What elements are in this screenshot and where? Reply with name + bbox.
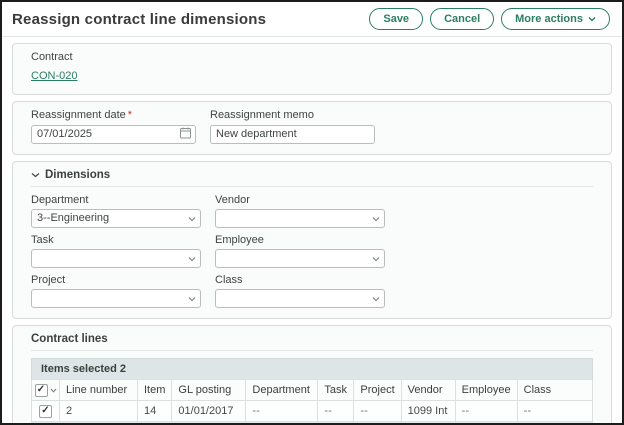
save-button[interactable]: Save <box>369 8 423 30</box>
contract-lines-table: ✓ Line number Item GL posting Department… <box>31 379 593 425</box>
reassignment-memo-field-group: Reassignment memo <box>210 109 375 144</box>
required-asterisk: * <box>128 109 132 121</box>
project-field-group: Project <box>31 274 201 308</box>
cell-gl-posting: 01/01/2017 <box>172 400 246 421</box>
dimensions-section-title: Dimensions <box>45 169 110 181</box>
more-actions-button[interactable]: More actions <box>501 8 610 30</box>
reassignment-date-label: Reassignment date* <box>31 109 196 121</box>
select-all-checkbox[interactable]: ✓ <box>35 384 48 397</box>
chevron-down-icon <box>188 256 196 262</box>
table-header-row: ✓ Line number Item GL posting Department… <box>32 379 593 400</box>
cell-vendor: 1099 Int <box>401 400 455 421</box>
task-select[interactable] <box>31 249 201 268</box>
vendor-select[interactable] <box>215 209 385 228</box>
column-header-line-number[interactable]: Line number <box>60 379 138 400</box>
save-button-label: Save <box>383 12 409 26</box>
contract-lines-card: Contract lines Items selected 2 ✓ Line n <box>12 325 612 425</box>
cell-employee: -- <box>455 400 517 421</box>
task-field-group: Task <box>31 234 201 268</box>
column-header-project[interactable]: Project <box>354 379 401 400</box>
cell-project: -- <box>354 400 401 421</box>
column-header-task[interactable]: Task <box>318 379 354 400</box>
chevron-down-icon <box>372 256 380 262</box>
employee-label: Employee <box>215 234 385 246</box>
column-header-gl-posting[interactable]: GL posting <box>172 379 246 400</box>
page-header: Reassign contract line dimensions Save C… <box>2 2 622 37</box>
cell-line-number: 3 <box>60 421 138 425</box>
page-title: Reassign contract line dimensions <box>12 11 266 28</box>
column-header-vendor[interactable]: Vendor <box>401 379 455 400</box>
dimensions-grid: Department 3--Engineering Vendor Task <box>31 194 593 308</box>
chevron-down-icon <box>372 216 380 222</box>
chevron-down-icon[interactable] <box>50 388 57 393</box>
cell-class: -- <box>517 421 592 425</box>
cell-department: -- <box>246 400 318 421</box>
chevron-down-icon <box>588 16 596 22</box>
department-label: Department <box>31 194 201 206</box>
column-header-class[interactable]: Class <box>517 379 592 400</box>
reassignment-memo-label: Reassignment memo <box>210 109 375 121</box>
project-select[interactable] <box>31 289 201 308</box>
cell-department: -- <box>246 421 318 425</box>
cancel-button-label: Cancel <box>444 12 480 26</box>
cancel-button[interactable]: Cancel <box>430 8 494 30</box>
header-actions: Save Cancel More actions <box>369 8 610 30</box>
task-label: Task <box>31 234 201 246</box>
employee-select[interactable] <box>215 249 385 268</box>
class-select[interactable] <box>215 289 385 308</box>
vendor-field-group: Vendor <box>215 194 385 228</box>
contract-link[interactable]: CON-020 <box>31 70 77 82</box>
chevron-down-icon <box>372 296 380 302</box>
cell-line-number: 2 <box>60 400 138 421</box>
class-label: Class <box>215 274 385 286</box>
department-select[interactable]: 3--Engineering <box>31 209 201 228</box>
divider <box>31 350 593 351</box>
chevron-down-icon <box>188 296 196 302</box>
column-header-employee[interactable]: Employee <box>455 379 517 400</box>
vendor-label: Vendor <box>215 194 385 206</box>
cell-gl-posting: 01/01/2017 <box>172 421 246 425</box>
contract-lines-section-title: Contract lines <box>31 333 593 345</box>
dimensions-card: Dimensions Department 3--Engineering Ven… <box>12 161 612 319</box>
app-window: Reassign contract line dimensions Save C… <box>0 0 624 425</box>
department-field-group: Department 3--Engineering <box>31 194 201 228</box>
column-header-item[interactable]: Item <box>138 379 172 400</box>
items-selected-bar: Items selected 2 <box>31 358 593 379</box>
dimensions-section-header[interactable]: Dimensions <box>31 169 593 181</box>
cell-class: -- <box>517 400 592 421</box>
project-label: Project <box>31 274 201 286</box>
employee-field-group: Employee <box>215 234 385 268</box>
cell-item: 14 <box>138 400 172 421</box>
cell-project: -- <box>354 421 401 425</box>
cell-employee: 22 <box>455 421 517 425</box>
class-field-group: Class <box>215 274 385 308</box>
table-row[interactable]: ✓ 3 7 01/01/2017 -- -- -- -- 22 -- <box>32 421 593 425</box>
reassignment-date-field-group: Reassignment date* <box>31 109 196 144</box>
cell-item: 7 <box>138 421 172 425</box>
reassignment-memo-input[interactable] <box>210 125 375 144</box>
reassignment-date-input[interactable] <box>31 125 196 144</box>
cell-task: -- <box>318 400 354 421</box>
contract-label: Contract <box>31 51 593 63</box>
cell-vendor: -- <box>401 421 455 425</box>
chevron-down-icon <box>188 216 196 222</box>
reassignment-card: Reassignment date* Reassignment memo <box>12 101 612 155</box>
table-row[interactable]: ✓ 2 14 01/01/2017 -- -- -- 1099 Int -- -… <box>32 400 593 421</box>
chevron-down-icon <box>31 172 40 178</box>
more-actions-button-label: More actions <box>515 12 583 26</box>
cell-task: -- <box>318 421 354 425</box>
column-header-department[interactable]: Department <box>246 379 318 400</box>
contract-card: Contract CON-020 <box>12 43 612 95</box>
calendar-icon[interactable] <box>180 127 191 139</box>
row-checkbox[interactable]: ✓ <box>39 405 52 418</box>
divider <box>31 186 593 187</box>
